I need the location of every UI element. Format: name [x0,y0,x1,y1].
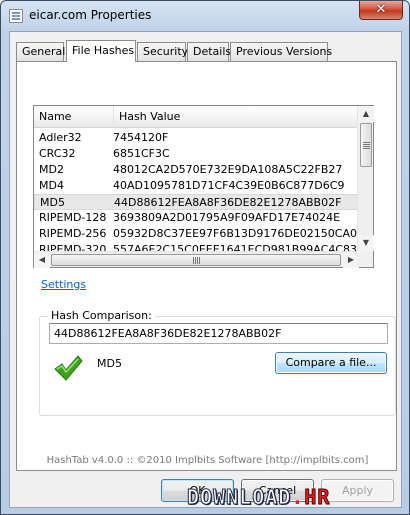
copyright-footer: HashTab v4.0.0 :: ©2010 Implbits Softwar… [46,455,369,466]
hash-name: Adler32 [39,131,82,144]
scroll-down-arrow-icon[interactable]: ▼ [358,235,374,251]
hash-list-header: Name Hash Value [34,106,359,128]
hash-value: 40AD1095781D71CF4C39E0B6C877D6C9 [113,179,345,192]
hash-value: 6851CF3C [113,147,170,160]
tab-file-hashes[interactable]: File Hashes [66,40,136,62]
compare-file-button[interactable]: Compare a file... [275,352,387,374]
tab-previous-versions[interactable]: Previous Versions [230,42,332,61]
file-hashes-panel: Name Hash Value Adler32 7454120F CRC32 6… [16,61,397,471]
hash-value: 48012CA2D570E732E9DA108A5C22FB27 [113,163,343,176]
settings-link[interactable]: Settings [41,278,86,291]
column-header-name[interactable]: Name [34,106,114,128]
tab-general[interactable]: General [16,42,65,61]
hash-row-selected[interactable]: MD5 44D88612FEA8A8F36DE82E1278ABB02F [34,194,359,210]
hash-row[interactable]: MD4 40AD1095781D71CF4C39E0B6C877D6C9 [34,178,359,194]
download-hr-watermark: DOWNLOAD.HR [186,482,407,512]
hash-name: RIPEMD-128 [39,211,107,224]
close-button[interactable]: ✕ [359,1,403,20]
scroll-up-arrow-icon[interactable]: ▲ [358,106,374,122]
vertical-scroll-thumb[interactable] [360,123,372,167]
hash-row[interactable]: Adler32 7454120F [34,130,359,146]
hash-name: MD5 [40,196,65,209]
hash-value: 3693809A2D01795A9F09AFD17E74024E [113,211,341,224]
hash-name: RIPEMD-256 [39,227,107,240]
hash-comparison-input[interactable]: 44D88612FEA8A8F36DE82E1278ABB02F [49,323,388,344]
hash-name: MD4 [39,179,64,192]
watermark-dot: . [291,485,305,509]
hash-match-label: MD5 [97,357,122,370]
checkmark-icon [54,355,83,381]
hash-list-rows: Adler32 7454120F CRC32 6851CF3C MD2 4801… [34,130,359,252]
grip-icon [363,142,370,149]
hash-value: 05932D8C37EE97F6B13D9176DE02150CA0BCBC..… [113,227,359,240]
scrollbar-corner [357,251,373,267]
hash-row[interactable]: MD2 48012CA2D570E732E9DA108A5C22FB27 [34,162,359,178]
vertical-scrollbar[interactable]: ▲ ▼ [357,106,374,251]
horizontal-scrollbar[interactable]: ◀ ▶ [34,251,359,268]
tab-security[interactable]: Security [137,42,188,61]
hash-name: MD2 [39,163,64,176]
hash-row[interactable]: CRC32 6851CF3C [34,146,359,162]
tab-details[interactable]: Details [187,42,231,61]
hash-name: CRC32 [39,147,76,160]
hash-row[interactable]: RIPEMD-256 05932D8C37EE97F6B13D9176DE021… [34,226,359,242]
scroll-left-arrow-icon[interactable]: ◀ [34,252,50,268]
title-bar[interactable]: eicar.com Properties ✕ [1,1,409,31]
window-title: eicar.com Properties [29,8,152,22]
watermark-tld: HR [304,485,331,510]
watermark-main: DOWNLOAD [186,485,292,510]
horizontal-scroll-thumb[interactable] [51,254,341,266]
dialog-content: General File Hashes Security Details Pre… [9,31,402,508]
hash-list[interactable]: Name Hash Value Adler32 7454120F CRC32 6… [33,105,374,268]
properties-window: eicar.com Properties ✕ General File Hash… [0,0,410,515]
hash-row[interactable]: RIPEMD-128 3693809A2D01795A9F09AFD17E740… [34,210,359,226]
hash-value: 7454120F [113,131,169,144]
properties-icon [9,9,23,23]
hash-comparison-title: Hash Comparison: [48,309,155,322]
column-header-hash-value[interactable]: Hash Value [114,106,359,128]
hash-value: 44D88612FEA8A8F36DE82E1278ABB02F [114,196,342,209]
grip-icon [193,257,200,264]
